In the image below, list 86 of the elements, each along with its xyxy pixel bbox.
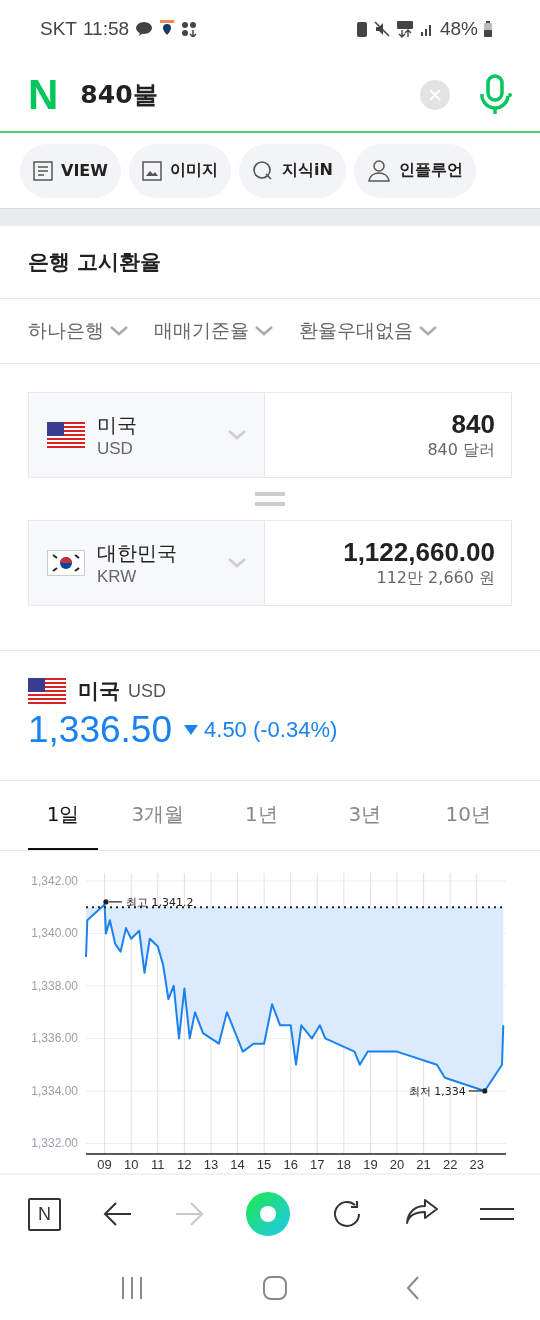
carrier: SKT	[40, 18, 77, 40]
y-axis-label: 1,342.00	[31, 873, 78, 888]
currency-code: USD	[97, 438, 134, 459]
marker-point	[468, 1088, 488, 1094]
chevron-down-icon	[419, 326, 437, 336]
menu-icon[interactable]	[480, 1207, 514, 1221]
back-arrow-icon[interactable]	[102, 1200, 133, 1228]
period-tab[interactable]: 3개월	[106, 781, 210, 850]
x-axis-label: 18	[336, 1157, 352, 1172]
category-chip[interactable]: 인플루언	[353, 143, 476, 198]
mute-icon	[373, 21, 390, 37]
chat-icon	[135, 21, 154, 37]
x-axis-label: 11	[151, 1157, 165, 1172]
x-axis-label: 10	[123, 1157, 139, 1172]
period-tab[interactable]: 1년	[209, 781, 313, 850]
amount-in-words: 112만 2,660 원	[376, 568, 495, 589]
x-axis-label: 22	[442, 1157, 458, 1172]
filter-dropdown[interactable]: 환율우대없음	[299, 318, 437, 344]
home-icon[interactable]	[263, 1276, 287, 1300]
filter-dropdown[interactable]: 매매기준율	[154, 318, 273, 344]
y-axis-label: 1,332.00	[31, 1136, 78, 1151]
category-chip[interactable]: 이미지	[128, 143, 231, 198]
country-name: 미국	[78, 678, 120, 705]
exchange-rate: 1,336.50	[28, 709, 173, 751]
network-icon	[395, 20, 414, 38]
x-axis-label: 16	[283, 1157, 298, 1172]
currency-code: KRW	[97, 566, 138, 587]
image-icon	[141, 160, 162, 181]
currency-selector[interactable]: 대한민국 KRW	[29, 521, 265, 605]
q-icon	[251, 159, 274, 182]
x-axis-label: 15	[256, 1157, 272, 1172]
period-tab[interactable]: 3년	[313, 781, 417, 850]
battery-icon	[484, 21, 492, 37]
annotation-label: 최고 1,341.2	[125, 895, 194, 909]
section-title: 은행 고시환율	[0, 226, 540, 299]
back-icon[interactable]	[406, 1276, 421, 1300]
x-axis-label: 17	[310, 1157, 325, 1172]
amount-in-words: 840 달러	[427, 440, 495, 461]
x-axis-label: 19	[363, 1157, 378, 1172]
x-axis-label: 13	[203, 1157, 219, 1172]
x-axis-label: 21	[416, 1157, 431, 1172]
currency-selector[interactable]: 미국 USD	[29, 393, 265, 477]
x-axis-label: 12	[177, 1157, 192, 1172]
chevron-down-icon	[110, 326, 128, 336]
category-chip[interactable]: 지식iN	[238, 143, 346, 198]
chevron-down-icon	[228, 558, 246, 568]
y-axis-label: 1,336.00	[31, 1031, 78, 1046]
period-tab[interactable]: 10년	[416, 781, 520, 850]
ring-button[interactable]	[245, 1192, 290, 1236]
amount[interactable]: 840	[451, 409, 495, 440]
category-chip[interactable]: VIEW	[20, 143, 121, 198]
apps-icon	[181, 21, 198, 37]
search-query[interactable]: 840불	[80, 78, 406, 111]
x-axis-label: 09	[97, 1157, 112, 1172]
signal-icon	[419, 22, 434, 36]
chevron-down-icon	[255, 326, 273, 336]
rate-change: 4.50 (-0.34%)	[204, 717, 338, 743]
y-axis-label: 1,340.00	[31, 926, 78, 941]
chevron-down-icon	[228, 430, 246, 440]
y-axis-label: 1,334.00	[31, 1083, 78, 1098]
microphone-icon[interactable]	[478, 73, 512, 116]
document-icon	[33, 160, 53, 181]
recent-apps-icon[interactable]	[119, 1276, 144, 1300]
country-name: 미국	[97, 411, 138, 439]
period-tab[interactable]: 1일	[28, 781, 98, 850]
currency-code: USD	[128, 680, 166, 702]
x-axis-label: 20	[389, 1157, 405, 1172]
home-button[interactable]: N	[28, 1197, 61, 1231]
annotation-label: 최저 1,334	[408, 1084, 466, 1098]
x-axis-label: 23	[469, 1157, 484, 1172]
flag-icon	[28, 678, 66, 704]
battery-saver-icon	[355, 20, 368, 38]
flag-icon	[47, 550, 85, 576]
flag-icon	[47, 422, 85, 448]
person-icon	[366, 159, 391, 182]
equals-icon	[255, 492, 285, 506]
amount[interactable]: 1,122,660.00	[343, 537, 495, 568]
close-icon	[429, 88, 441, 101]
country-name: 대한민국	[97, 539, 178, 567]
y-axis-label: 1,338.00	[31, 978, 78, 993]
clock: 11:58	[82, 18, 130, 40]
x-axis-label: 14	[230, 1157, 245, 1172]
marker-point	[103, 899, 123, 905]
filter-dropdown[interactable]: 하나은행	[28, 318, 128, 344]
refresh-icon[interactable]	[331, 1198, 363, 1230]
battery-percent: 48%	[439, 18, 478, 40]
